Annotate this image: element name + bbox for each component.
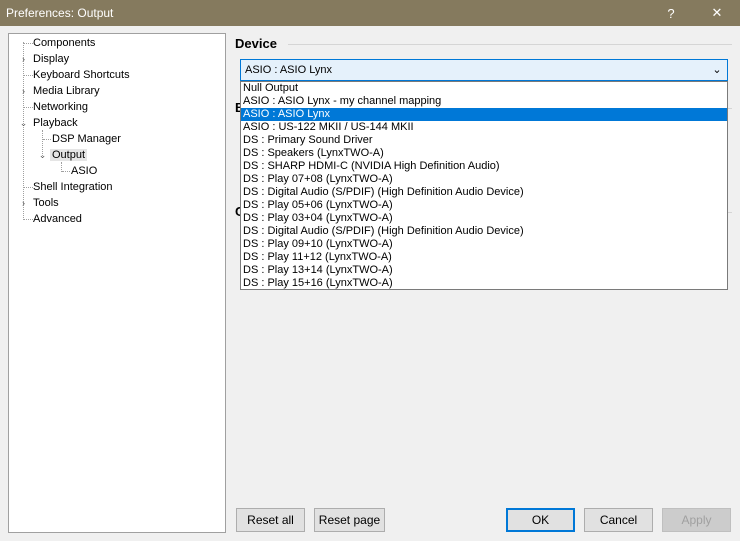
ok-button[interactable]: OK: [506, 508, 575, 532]
device-option[interactable]: ASIO : US-122 MKII / US-144 MKII: [241, 121, 727, 134]
expand-icon[interactable]: ›: [19, 51, 28, 67]
device-option[interactable]: DS : Play 15+16 (LynxTWO-A): [241, 277, 727, 290]
window-title: Preferences: Output: [6, 6, 114, 20]
collapse-icon[interactable]: ⌄: [19, 115, 28, 131]
tree-item-label: Display: [33, 53, 70, 65]
section-divider: [288, 44, 732, 45]
tree-item-tools[interactable]: Tools: [31, 195, 61, 211]
tree-item-shell-integration[interactable]: Shell Integration: [31, 179, 115, 195]
device-option[interactable]: Null Output: [241, 82, 727, 95]
close-button[interactable]: ✕: [694, 0, 740, 26]
device-option[interactable]: DS : Play 09+10 (LynxTWO-A): [241, 238, 727, 251]
device-option[interactable]: DS : Play 13+14 (LynxTWO-A): [241, 264, 727, 277]
expand-icon[interactable]: ›: [19, 195, 28, 211]
device-option[interactable]: DS : Play 03+04 (LynxTWO-A): [241, 212, 727, 225]
preferences-tree[interactable]: Components › Display Keyboard Shortcuts …: [8, 33, 226, 533]
device-dropdown-list[interactable]: Null Output ASIO : ASIO Lynx - my channe…: [240, 81, 728, 290]
tree-guide: [23, 42, 24, 220]
device-option[interactable]: ASIO : ASIO Lynx - my channel mapping: [241, 95, 727, 108]
tree-item-label: Advanced: [33, 213, 82, 225]
tree-item-output[interactable]: Output: [50, 147, 88, 163]
tree-item-label: ASIO: [71, 165, 98, 177]
tree-item-label: DSP Manager: [52, 133, 121, 145]
tree-item-label: Output: [50, 149, 88, 161]
tree-item-display[interactable]: Display: [31, 51, 71, 67]
reset-page-button[interactable]: Reset page: [314, 508, 385, 532]
chevron-down-icon[interactable]: ⌄: [711, 60, 723, 80]
device-option[interactable]: DS : Play 11+12 (LynxTWO-A): [241, 251, 727, 264]
device-option[interactable]: DS : Play 05+06 (LynxTWO-A): [241, 199, 727, 212]
tree-item-label: Keyboard Shortcuts: [33, 69, 130, 81]
tree-item-label: Shell Integration: [33, 181, 113, 193]
tree-item-dsp-manager[interactable]: DSP Manager: [50, 131, 123, 147]
tree-item-label: Networking: [33, 101, 89, 113]
cancel-button[interactable]: Cancel: [584, 508, 653, 532]
tree-item-label: Playback: [33, 117, 78, 129]
tree-item-networking[interactable]: Networking: [31, 99, 90, 115]
device-option-selected[interactable]: ASIO : ASIO Lynx: [241, 108, 727, 121]
device-option[interactable]: DS : Primary Sound Driver: [241, 134, 727, 147]
device-option[interactable]: DS : Digital Audio (S/PDIF) (High Defini…: [241, 225, 727, 238]
tree-item-label: Media Library: [33, 85, 100, 97]
tree-item-keyboard-shortcuts[interactable]: Keyboard Shortcuts: [31, 67, 132, 83]
device-option[interactable]: DS : SHARP HDMI-C (NVIDIA High Definitio…: [241, 160, 727, 173]
tree-item-label: Components: [33, 37, 96, 49]
apply-button[interactable]: Apply: [662, 508, 731, 532]
reset-all-button[interactable]: Reset all: [236, 508, 305, 532]
tree-item-asio[interactable]: ASIO: [69, 163, 99, 179]
device-option[interactable]: DS : Play 07+08 (LynxTWO-A): [241, 173, 727, 186]
tree-item-playback[interactable]: Playback: [31, 115, 80, 131]
device-selected-value: ASIO : ASIO Lynx: [245, 64, 333, 76]
device-option[interactable]: DS : Speakers (LynxTWO-A): [241, 147, 727, 160]
help-button[interactable]: ?: [648, 0, 694, 26]
title-bar: Preferences: Output ? ✕: [0, 0, 740, 26]
tree-item-label: Tools: [33, 197, 59, 209]
expand-icon[interactable]: ›: [19, 83, 28, 99]
tree-item-media-library[interactable]: Media Library: [31, 83, 102, 99]
collapse-icon[interactable]: ⌄: [38, 147, 47, 163]
device-combobox[interactable]: ASIO : ASIO Lynx ⌄: [240, 59, 728, 81]
device-option[interactable]: DS : Digital Audio (S/PDIF) (High Defini…: [241, 186, 727, 199]
device-heading: Device: [235, 36, 277, 51]
tree-item-components[interactable]: Components: [31, 35, 97, 51]
tree-item-advanced[interactable]: Advanced: [31, 211, 84, 227]
